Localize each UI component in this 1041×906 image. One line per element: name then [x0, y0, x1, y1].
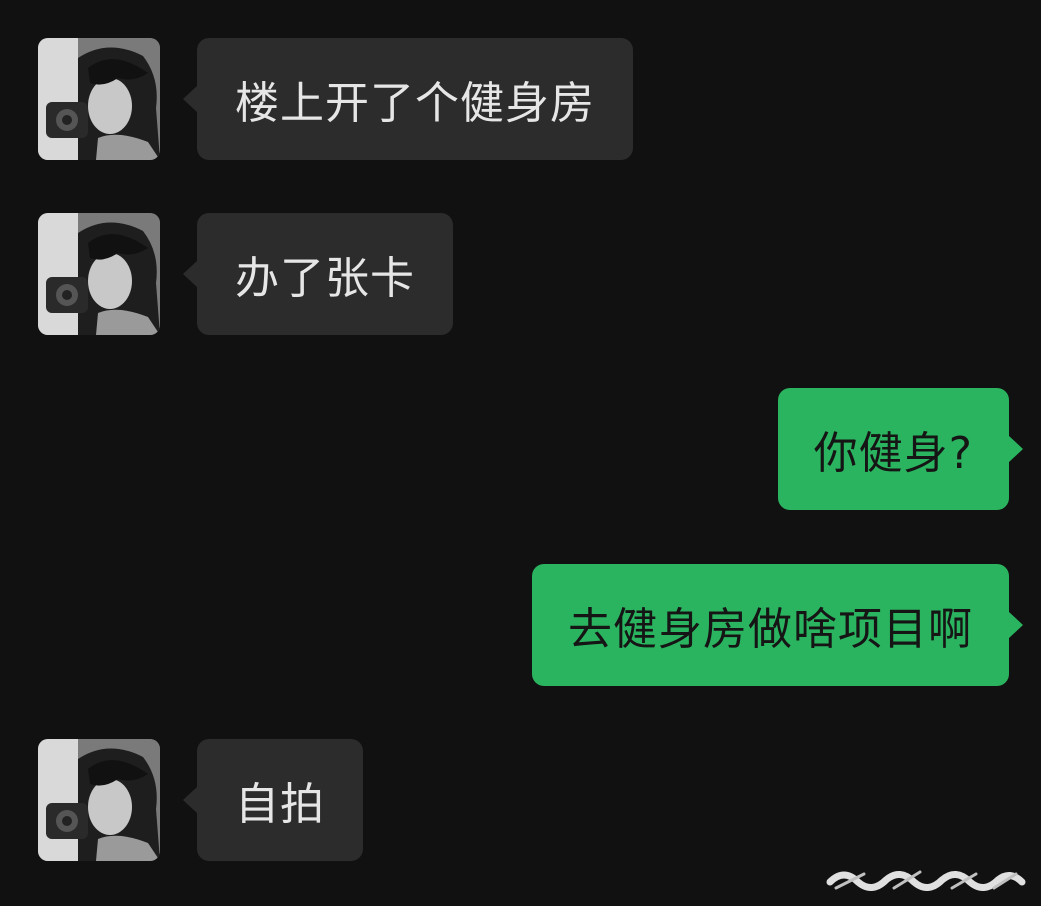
message-text: 楼上开了个健身房 — [235, 78, 595, 129]
outgoing-message-bubble[interactable]: 你健身? — [777, 388, 1023, 510]
message-text: 你健身? — [813, 428, 973, 479]
bubble-tail — [1009, 612, 1023, 638]
bubble-tail — [183, 261, 197, 287]
incoming-message-bubble[interactable]: 楼上开了个健身房 — [183, 38, 633, 160]
watermark-logo-icon — [826, 870, 1026, 891]
contact-avatar[interactable] — [38, 38, 160, 160]
outgoing-message-bubble[interactable]: 去健身房做啥项目啊 — [532, 564, 1023, 686]
bubble-tail — [183, 787, 197, 813]
incoming-message-bubble[interactable]: 办了张卡 — [183, 213, 453, 335]
avatar-photo-icon — [38, 739, 160, 861]
chat-message-list[interactable]: 楼上开了个健身房 办了张卡 你健身? 去健身房做啥项目啊 自拍 — [0, 0, 1041, 906]
incoming-message-bubble[interactable]: 自拍 — [183, 739, 363, 861]
bubble-tail — [1009, 436, 1023, 462]
contact-avatar[interactable] — [38, 739, 160, 861]
contact-avatar[interactable] — [38, 213, 160, 335]
message-text: 去健身房做啥项目啊 — [568, 604, 973, 655]
avatar-photo-icon — [38, 213, 160, 335]
avatar-photo-icon — [38, 38, 160, 160]
message-text: 自拍 — [235, 779, 325, 830]
message-text: 办了张卡 — [235, 253, 415, 304]
bubble-tail — [183, 86, 197, 112]
